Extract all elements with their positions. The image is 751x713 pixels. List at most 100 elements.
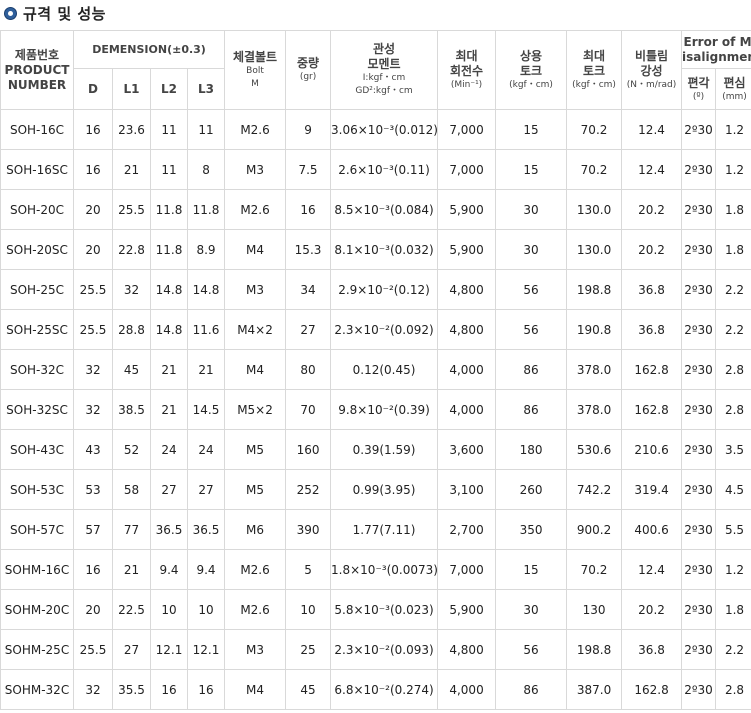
- cell-d: 20: [73, 589, 113, 630]
- cell-product-number: SOHM-16C: [0, 549, 74, 590]
- cell-d: 53: [73, 469, 113, 510]
- cell-torsion: 400.6: [621, 509, 683, 550]
- cell-max-rev: 7,000: [437, 149, 497, 190]
- cell-bolt: M5: [224, 469, 287, 510]
- cell-max-rev: 5,900: [437, 229, 497, 270]
- cell-weight: 9: [285, 109, 332, 150]
- cell-torsion: 36.8: [621, 269, 683, 310]
- cell-torsion: 12.4: [621, 149, 683, 190]
- table-row: SOHM-25C 25.5 27 12.1 12.1 M3 25 2.3×10⁻²(0.093…: [0, 629, 751, 670]
- cell-product-number: SOH-32SC: [0, 389, 74, 430]
- cell-offset: 1.8: [715, 589, 751, 630]
- cell-bolt: M3: [224, 629, 287, 670]
- cell-torsion: 162.8: [621, 349, 683, 390]
- header-inertia-unit1: I:kgf・cm: [362, 73, 406, 83]
- cell-rated-torque: 260: [495, 469, 568, 510]
- header-inertia-ko2: 모멘트: [367, 57, 401, 71]
- cell-l1: 35.5: [112, 669, 151, 710]
- table-row: SOH-43C 43 52 24 24 M5 160 0.39(1.59) 3,600 180 53…: [0, 429, 751, 470]
- cell-rated-torque: 15: [495, 109, 568, 150]
- cell-torsion: 162.8: [621, 669, 683, 710]
- cell-l2: 10: [150, 589, 188, 630]
- cell-l2: 11.8: [150, 229, 188, 270]
- cell-l1: 21: [112, 549, 151, 590]
- cell-max-torque: 900.2: [566, 509, 623, 550]
- cell-bolt: M4: [224, 229, 287, 270]
- header-max-torque: 최대 토크 (kgf・cm): [566, 30, 623, 110]
- cell-angle: 2º30: [681, 389, 717, 430]
- cell-bolt: M5: [224, 429, 287, 470]
- cell-torsion: 319.4: [621, 469, 683, 510]
- cell-max-rev: 5,900: [437, 189, 497, 230]
- cell-l1: 21: [112, 149, 151, 190]
- header-l2: L2: [150, 68, 188, 110]
- cell-l1: 27: [112, 629, 151, 670]
- cell-bolt: M2.6: [224, 549, 287, 590]
- cell-l3: 11: [186, 109, 226, 150]
- cell-inertia: 0.12(0.45): [330, 349, 439, 390]
- cell-rated-torque: 180: [495, 429, 568, 470]
- header-torsion: 비틀림 강성 (N・m/rad): [621, 30, 683, 110]
- cell-l1: 28.8: [112, 309, 151, 350]
- cell-inertia: 6.8×10⁻²(0.274): [330, 669, 439, 710]
- cell-product-number: SOH-53C: [0, 469, 74, 510]
- cell-d: 20: [73, 189, 113, 230]
- cell-inertia: 3.06×10⁻³(0.012): [330, 109, 439, 150]
- cell-d: 32: [73, 389, 113, 430]
- table-row: SOH-20C 20 25.5 11.8 11.8 M2.6 16 8.5×10⁻³(0.08…: [0, 189, 751, 230]
- cell-max-torque: 70.2: [566, 149, 623, 190]
- header-d: D: [73, 68, 113, 110]
- cell-max-torque: 70.2: [566, 109, 623, 150]
- cell-angle: 2º30: [681, 429, 717, 470]
- cell-l2: 12.1: [150, 629, 188, 670]
- table-body: SOH-16C 16 23.6 11 11 M2.6 9 3.06×10⁻³(0.012) 7,…: [0, 109, 751, 710]
- cell-product-number: SOH-25C: [0, 269, 74, 310]
- cell-angle: 2º30: [681, 509, 717, 550]
- cell-rated-torque: 56: [495, 309, 568, 350]
- cell-weight: 252: [285, 469, 332, 510]
- cell-offset: 1.2: [715, 109, 751, 150]
- cell-max-rev: 5,900: [437, 589, 497, 630]
- cell-l2: 36.5: [150, 509, 188, 550]
- header-maxtorque-unit: (kgf・cm): [572, 79, 616, 90]
- cell-max-torque: 130.0: [566, 229, 623, 270]
- cell-l3: 10: [186, 589, 226, 630]
- cell-max-rev: 3,600: [437, 429, 497, 470]
- header-misalign-line1: Error of M: [683, 34, 751, 49]
- cell-product-number: SOHM-25C: [0, 629, 74, 670]
- cell-torsion: 20.2: [621, 589, 683, 630]
- cell-product-number: SOH-16C: [0, 109, 74, 150]
- header-torsion-ko2: 강성: [640, 63, 663, 78]
- cell-product-number: SOHM-32C: [0, 669, 74, 710]
- cell-d: 16: [73, 109, 113, 150]
- cell-d: 43: [73, 429, 113, 470]
- header-bolt-en1: Bolt: [246, 65, 264, 76]
- cell-offset: 2.2: [715, 629, 751, 670]
- spec-table: 제품번호 PRODUCT NUMBER DEMENSION(±0.3) 체결볼트…: [0, 30, 751, 710]
- header-maxrev-unit: (Min⁻¹): [450, 79, 483, 90]
- cell-rated-torque: 30: [495, 229, 568, 270]
- cell-max-rev: 4,800: [437, 269, 497, 310]
- cell-offset: 1.8: [715, 229, 751, 270]
- cell-weight: 70: [285, 389, 332, 430]
- cell-max-rev: 4,000: [437, 349, 497, 390]
- cell-l1: 25.5: [112, 189, 151, 230]
- header-ratedtorque-ko1: 상용: [519, 48, 543, 63]
- cell-max-torque: 742.2: [566, 469, 623, 510]
- cell-offset: 5.5: [715, 509, 751, 550]
- cell-inertia: 0.39(1.59): [330, 429, 439, 470]
- cell-d: 32: [73, 349, 113, 390]
- header-inertia-ko1: 관성: [372, 42, 396, 56]
- cell-l3: 16: [186, 669, 226, 710]
- cell-product-number: SOH-57C: [0, 509, 74, 550]
- cell-max-torque: 70.2: [566, 549, 623, 590]
- table-row: SOH-16C 16 23.6 11 11 M2.6 9 3.06×10⁻³(0.012) 7,…: [0, 109, 751, 150]
- cell-d: 16: [73, 549, 113, 590]
- cell-product-number: SOH-25SC: [0, 309, 74, 350]
- cell-l2: 11.8: [150, 189, 188, 230]
- cell-max-rev: 3,100: [437, 469, 497, 510]
- cell-l1: 23.6: [112, 109, 151, 150]
- cell-inertia: 0.99(3.95): [330, 469, 439, 510]
- cell-l2: 11: [150, 109, 188, 150]
- cell-d: 25.5: [73, 269, 113, 310]
